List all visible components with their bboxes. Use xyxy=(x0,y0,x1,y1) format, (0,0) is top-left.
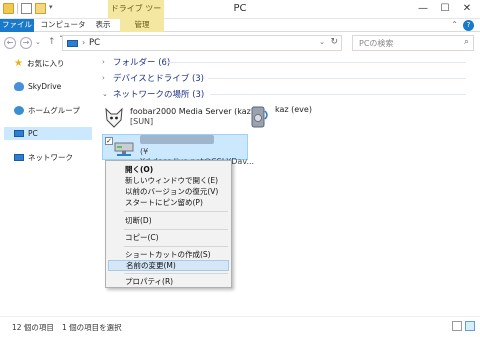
menu-item-disconnect[interactable]: 切断(D) xyxy=(108,215,229,226)
sidebar-item-label: PC xyxy=(28,129,38,138)
sidebar-item-label: ホームグループ xyxy=(28,106,80,115)
expand-icon: › xyxy=(102,74,105,82)
menu-item-restore-previous-versions[interactable]: 以前のバージョンの復元(V) xyxy=(108,186,229,197)
sidebar-item-favorites[interactable]: ★ お気に入り xyxy=(14,57,64,70)
large-icons-view-icon[interactable] xyxy=(465,321,475,331)
group-label: フォルダー (6) xyxy=(113,58,171,68)
blurred-name xyxy=(140,135,214,144)
group-label: ネットワークの場所 (3) xyxy=(113,90,205,100)
tab-computer[interactable]: コンピューター xyxy=(38,19,88,41)
menu-item-create-shortcut[interactable]: ショートカットの作成(S) xyxy=(108,249,229,260)
tab-file[interactable]: ファイル xyxy=(0,19,34,32)
network-drive-icon xyxy=(113,135,135,157)
forward-button[interactable]: → xyxy=(20,37,32,49)
breadcrumb-separator[interactable]: › xyxy=(82,38,85,47)
address-dropdown-icon[interactable]: ⌄ xyxy=(319,38,325,46)
item-name: foobar2000 Media Server (kaz) xyxy=(130,107,254,116)
up-button[interactable]: ↑ xyxy=(48,37,56,47)
window-title: PC xyxy=(233,3,247,14)
context-menu: 開く(O) 新しいウィンドウで開く(E) 以前のバージョンの復元(V) スタート… xyxy=(105,160,232,288)
skydrive-icon xyxy=(14,82,24,91)
network-item-skydrive-webdav[interactable]: ✓ (¥¥d.docs.live.net@SSL¥Dav... xyxy=(102,134,254,166)
collapse-icon: ⌄ xyxy=(102,90,108,98)
sidebar-item-network[interactable]: ネットワーク xyxy=(14,151,73,164)
sidebar-item-homegroup[interactable]: ホームグループ xyxy=(14,104,80,117)
group-divider xyxy=(210,94,466,95)
minimize-button[interactable]: — xyxy=(412,0,434,19)
selection-count: 1 個の項目を選択 xyxy=(62,323,122,332)
pc-icon xyxy=(67,40,78,47)
sidebar-item-label: SkyDrive xyxy=(28,82,62,91)
ribbon-tabs: ファイル コンピューター 表示 管理 ⌃ ? xyxy=(0,19,480,41)
group-header-devices[interactable]: › デバイスとドライブ (3) xyxy=(102,72,204,84)
menu-item-open-new-window[interactable]: 新しいウィンドウで開く(E) xyxy=(108,175,229,186)
details-view-icon[interactable] xyxy=(452,321,462,331)
menu-item-open[interactable]: 開く(O) xyxy=(108,164,229,175)
menu-separator xyxy=(124,211,228,212)
group-header-folders[interactable]: › フォルダー (6) xyxy=(102,56,170,68)
homegroup-icon xyxy=(14,106,24,115)
pc-icon xyxy=(14,130,24,137)
item-name-redacted xyxy=(140,135,254,147)
breadcrumb-pc[interactable]: PC xyxy=(89,38,100,48)
network-item-foobar2000[interactable]: foobar2000 Media Server (kaz) [SUN] xyxy=(103,107,263,131)
search-icon[interactable]: ⌕ xyxy=(464,37,469,47)
item-count: 12 個の項目 xyxy=(12,323,54,332)
media-device-icon xyxy=(248,105,270,128)
network-icon xyxy=(14,154,24,161)
expand-ribbon-icon[interactable]: ⌃ xyxy=(451,20,458,29)
menu-item-properties[interactable]: プロパティ(R) xyxy=(108,276,229,287)
selection-checkbox[interactable]: ✓ xyxy=(105,137,113,145)
network-item-kaz[interactable]: kaz (eve) xyxy=(248,105,338,131)
navigation-pane: ★ お気に入り SkyDrive ホームグループ PC ネットワーク xyxy=(0,53,95,316)
address-bar[interactable]: › PC ⌄ ↻ xyxy=(62,35,342,51)
group-divider xyxy=(166,62,466,63)
sidebar-item-pc[interactable]: PC xyxy=(4,127,92,140)
navigation-bar: ← → ⌄ ↑ › PC ⌄ ↻ PCの検索 ⌕ xyxy=(0,33,480,53)
group-divider xyxy=(208,78,466,79)
menu-item-copy[interactable]: コピー(C) xyxy=(108,232,229,243)
close-button[interactable]: ✕ xyxy=(456,0,478,19)
maximize-button[interactable]: ☐ xyxy=(434,0,456,19)
title-bar: ▾ ドライブ ツール PC — ☐ ✕ xyxy=(0,0,480,31)
sidebar-item-label: お気に入り xyxy=(26,59,65,68)
status-bar: 12 個の項目 1 個の項目を選択 xyxy=(0,316,480,337)
star-icon: ★ xyxy=(14,58,23,69)
sidebar-item-label: ネットワーク xyxy=(28,153,73,162)
menu-separator xyxy=(124,273,228,274)
media-server-icon xyxy=(103,107,125,129)
group-label: デバイスとドライブ (3) xyxy=(113,74,204,84)
menu-item-rename[interactable]: 名前の変更(M) xyxy=(108,260,229,271)
menu-separator xyxy=(124,246,228,247)
back-button[interactable]: ← xyxy=(4,37,16,49)
sidebar-item-skydrive[interactable]: SkyDrive xyxy=(14,80,61,93)
help-icon[interactable]: ? xyxy=(463,20,474,31)
search-placeholder: PCの検索 xyxy=(359,39,394,48)
refresh-icon[interactable]: ↻ xyxy=(330,37,338,47)
tab-manage[interactable]: 管理 xyxy=(120,19,164,32)
tab-view[interactable]: 表示 xyxy=(90,19,116,32)
menu-separator xyxy=(124,229,228,230)
group-header-network-locations[interactable]: ⌄ ネットワークの場所 (3) xyxy=(102,88,204,100)
search-input[interactable]: PCの検索 ⌕ xyxy=(352,35,474,51)
recent-locations-dropdown[interactable]: ⌄ xyxy=(35,38,41,46)
item-name: kaz (eve) xyxy=(275,105,312,114)
item-subtitle: [SUN] xyxy=(130,117,154,126)
menu-item-pin-to-start[interactable]: スタートにピン留め(P) xyxy=(108,197,229,208)
expand-icon: › xyxy=(102,58,105,66)
